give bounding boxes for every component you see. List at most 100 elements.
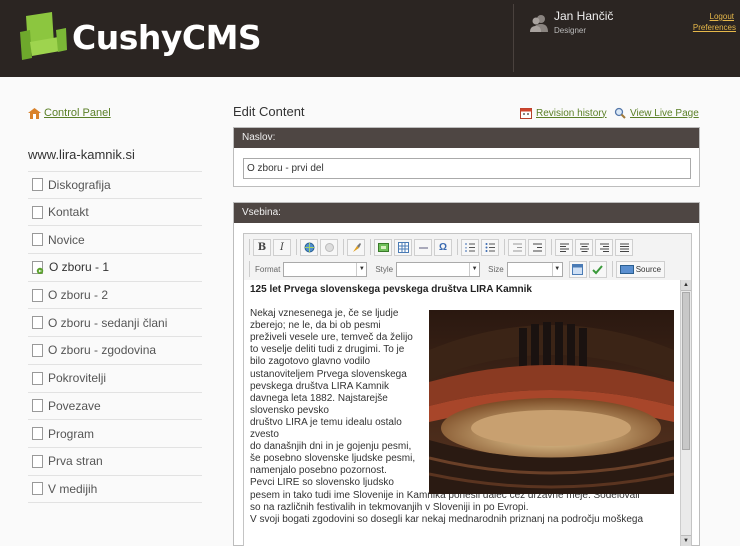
preferences-link[interactable]: Preferences: [693, 23, 736, 32]
page-item-o-zboru-1[interactable]: O zboru - 1: [28, 254, 202, 282]
rich-text-editor: B I Ω Format ▼ Style ▼ Size ▼ Source 125…: [243, 233, 692, 546]
scrollbar-thumb[interactable]: [682, 292, 690, 450]
page-item-o-zboru-zgodovina[interactable]: O zboru - zgodovina: [28, 337, 202, 365]
toolbar-grip: [249, 239, 250, 255]
scroll-up-arrow-icon[interactable]: ▲: [681, 280, 691, 291]
page-item-pokrovitelji[interactable]: Pokrovitelji: [28, 365, 202, 393]
title-input[interactable]: O zboru - prvi del: [243, 158, 691, 179]
magnifier-icon: [614, 107, 626, 119]
page-edit-icon: [32, 260, 44, 274]
globe-link-icon: [304, 242, 314, 252]
maximize-button[interactable]: [568, 260, 587, 278]
bold-button[interactable]: B: [253, 238, 271, 256]
special-char-button[interactable]: Ω: [434, 238, 452, 256]
horizontal-rule-icon: [418, 246, 428, 249]
page-label: Novice: [48, 232, 85, 247]
brush-icon: [352, 242, 361, 252]
link-button[interactable]: [300, 238, 318, 256]
page-item-v-medijih[interactable]: V medijih: [28, 476, 202, 504]
page-label: Pokrovitelji: [48, 371, 107, 386]
editor-toolbar-row-1: B I Ω: [246, 236, 635, 258]
app-header: CushyCMS Jan Hančič Designer Logout Pref…: [0, 0, 740, 77]
unlink-button[interactable]: [320, 238, 338, 256]
revision-history-link[interactable]: Revision history: [520, 107, 607, 119]
page-item-o-zboru-sedanji-clani[interactable]: O zboru - sedanji člani: [28, 309, 202, 338]
page-icon: [32, 399, 43, 413]
logout-link[interactable]: Logout: [710, 12, 734, 21]
page-item-povezave[interactable]: Povezave: [28, 393, 202, 421]
maximize-icon: [572, 263, 584, 275]
user-role: Designer: [554, 26, 587, 35]
title-panel-header: Naslov:: [234, 128, 699, 148]
control-panel-label: Control Panel: [44, 107, 111, 119]
italic-button[interactable]: I: [273, 238, 291, 256]
page-icon: [32, 178, 43, 192]
horizontal-rule-button[interactable]: [414, 238, 432, 256]
chevron-down-icon: ▼: [356, 262, 366, 276]
format-select[interactable]: ▼: [283, 261, 368, 277]
page-item-kontakt[interactable]: Kontakt: [28, 199, 202, 227]
align-center-button[interactable]: [575, 238, 593, 256]
page-item-program[interactable]: Program: [28, 420, 202, 448]
page-icon: [32, 454, 43, 468]
editor-content-area[interactable]: 125 let Prvega slovenskega pevskega druš…: [244, 280, 680, 546]
table-button[interactable]: [394, 238, 412, 256]
source-button[interactable]: Source: [615, 260, 666, 278]
image-button[interactable]: [374, 238, 392, 256]
view-live-page-label: View Live Page: [630, 107, 699, 119]
page-title: Edit Content: [233, 104, 305, 119]
scroll-down-arrow-icon[interactable]: ▼: [681, 535, 691, 546]
size-label: Size: [488, 264, 504, 274]
editor-scrollbar[interactable]: ▲ ▼: [680, 280, 691, 546]
style-label: Style: [375, 264, 394, 274]
spellcheck-icon: [592, 264, 603, 274]
concert-hall-photo: [429, 310, 674, 495]
page-label: O zboru - 2: [48, 288, 109, 303]
clean-format-button[interactable]: [347, 238, 365, 256]
indent-button[interactable]: [528, 238, 546, 256]
toolbar-separator: [370, 239, 371, 255]
page-list: Diskografija Kontakt Novice O zboru - 1 …: [28, 171, 202, 504]
align-justify-button[interactable]: [615, 238, 633, 256]
page-item-novice[interactable]: Novice: [28, 226, 202, 255]
bullet-list-button[interactable]: [481, 238, 499, 256]
outdent-icon: [512, 243, 522, 251]
page-icon: [32, 205, 43, 219]
align-right-icon: [599, 243, 609, 252]
title-panel: Naslov: O zboru - prvi del: [233, 127, 700, 187]
page-icon: [32, 343, 43, 357]
numbered-list-button[interactable]: [461, 238, 479, 256]
page-label: Program: [48, 426, 95, 441]
page-item-o-zboru-2[interactable]: O zboru - 2: [28, 282, 202, 310]
page-item-diskografija[interactable]: Diskografija: [28, 171, 202, 199]
page-label: Diskografija: [48, 177, 111, 192]
bullet-list-icon: [485, 242, 495, 252]
source-label: Source: [635, 264, 662, 274]
toolbar-separator: [457, 239, 458, 255]
page-item-prva-stran[interactable]: Prva stran: [28, 448, 202, 476]
page-icon: [32, 233, 43, 247]
concert-hall-image: [429, 310, 674, 495]
spellcheck-button[interactable]: [588, 260, 607, 278]
control-panel-link[interactable]: Control Panel: [28, 107, 111, 119]
size-select[interactable]: ▼: [506, 261, 563, 277]
toolbar-separator: [551, 239, 552, 255]
page-icon: [32, 371, 43, 385]
align-left-button[interactable]: [555, 238, 573, 256]
content-line: V svoji bogati zgodovini so dosegli kar …: [250, 513, 644, 525]
content-panel: Vsebina: B I Ω Format ▼ Style ▼ Size ▼ S…: [233, 202, 700, 546]
align-right-button[interactable]: [595, 238, 613, 256]
numbered-list-icon: [465, 242, 475, 252]
home-icon: [28, 107, 41, 119]
user-icon: [530, 15, 548, 32]
page-label: O zboru - 1: [49, 260, 110, 275]
image-icon: [377, 242, 389, 252]
align-justify-icon: [619, 243, 629, 252]
view-live-page-link[interactable]: View Live Page: [614, 107, 699, 119]
style-select[interactable]: ▼: [396, 261, 481, 277]
content-panel-header: Vsebina:: [234, 203, 699, 223]
content-line: so na različnih festivalih in tekmovanji…: [250, 501, 529, 513]
outdent-button[interactable]: [508, 238, 526, 256]
page-label: Povezave: [48, 398, 101, 413]
chevron-down-icon: ▼: [551, 262, 562, 276]
